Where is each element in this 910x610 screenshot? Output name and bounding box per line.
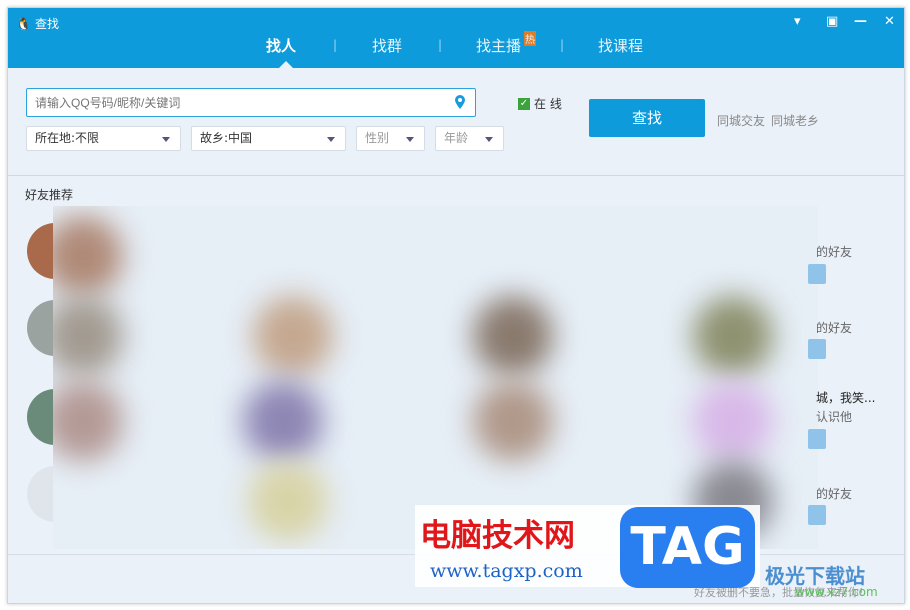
add-friend-button[interactable] [808, 264, 826, 284]
active-tab-indicator [279, 61, 293, 68]
hometown-dropdown[interactable]: 故乡:中国 [191, 126, 346, 151]
tab-divider: | [333, 38, 338, 52]
recommend-reason: 的好友 [816, 321, 853, 335]
location-dropdown[interactable]: 所在地:不限 [26, 126, 181, 151]
header-bar: 🐧 查找 ▾ ▣ — ✕ 找人 | 找群 | 找主播热 | 找课程 [8, 8, 904, 68]
tab-find-course[interactable]: 找课程 [598, 35, 643, 56]
section-title: 好友推荐 [25, 188, 74, 202]
qq-penguin-icon: 🐧 [16, 16, 31, 31]
search-input[interactable] [27, 89, 447, 116]
chevron-down-icon [327, 137, 335, 142]
recommend-sub: 认识他 [816, 410, 853, 424]
watermark-url: www.tagxp.com [430, 560, 583, 582]
hot-badge: 热 [524, 31, 537, 46]
title-text: 查找 [34, 17, 59, 31]
tab-find-streamer[interactable]: 找主播热 [476, 31, 537, 56]
dropdown-value: 故乡:中国 [200, 131, 253, 145]
same-city-friends-link[interactable]: 同城交友 [717, 112, 765, 129]
window-title: 🐧 查找 [16, 15, 59, 32]
close-button[interactable]: ✕ [884, 14, 895, 29]
watermark-site: 电脑技术网 [420, 518, 575, 554]
age-dropdown[interactable]: 年龄 [435, 126, 504, 151]
dropdown-value: 年龄 [444, 131, 469, 145]
divider [8, 175, 904, 176]
feedback-icon[interactable]: ▾ [794, 14, 801, 29]
minimize-button[interactable]: — [854, 14, 867, 29]
gender-dropdown[interactable]: 性别 [356, 126, 425, 151]
tab-label: 找主播 [476, 37, 522, 55]
recommend-reason: 城，我笑... [816, 391, 876, 405]
dropdown-value: 性别 [365, 131, 390, 145]
same-hometown-link[interactable]: 同城老乡 [771, 112, 819, 129]
online-label: 在 线 [534, 97, 562, 111]
add-friend-button[interactable] [808, 429, 826, 449]
add-friend-button[interactable] [808, 505, 826, 525]
recommend-reason: 的好友 [816, 245, 853, 259]
location-pin-icon[interactable] [455, 95, 465, 109]
search-field[interactable] [26, 88, 476, 117]
tab-find-people[interactable]: 找人 [266, 35, 296, 56]
tab-find-group[interactable]: 找群 [372, 35, 402, 56]
tab-divider: | [438, 38, 443, 52]
watermark-tag-logo: TAG [620, 507, 755, 588]
lock-icon[interactable]: ▣ [826, 14, 838, 29]
add-friend-button[interactable] [808, 339, 826, 359]
online-checkbox[interactable]: ✓ 在 线 [518, 95, 562, 112]
chevron-down-icon [485, 137, 493, 142]
tab-divider: | [560, 38, 565, 52]
watermark-logo-url: www.xz7.com [795, 585, 878, 599]
chevron-down-icon [406, 137, 414, 142]
dropdown-value: 所在地:不限 [35, 131, 100, 145]
checkmark-icon: ✓ [518, 97, 530, 110]
blurred-recommendations [53, 206, 818, 549]
chevron-down-icon [162, 137, 170, 142]
search-button[interactable]: 查找 [589, 99, 705, 137]
recommend-reason: 的好友 [816, 487, 853, 501]
